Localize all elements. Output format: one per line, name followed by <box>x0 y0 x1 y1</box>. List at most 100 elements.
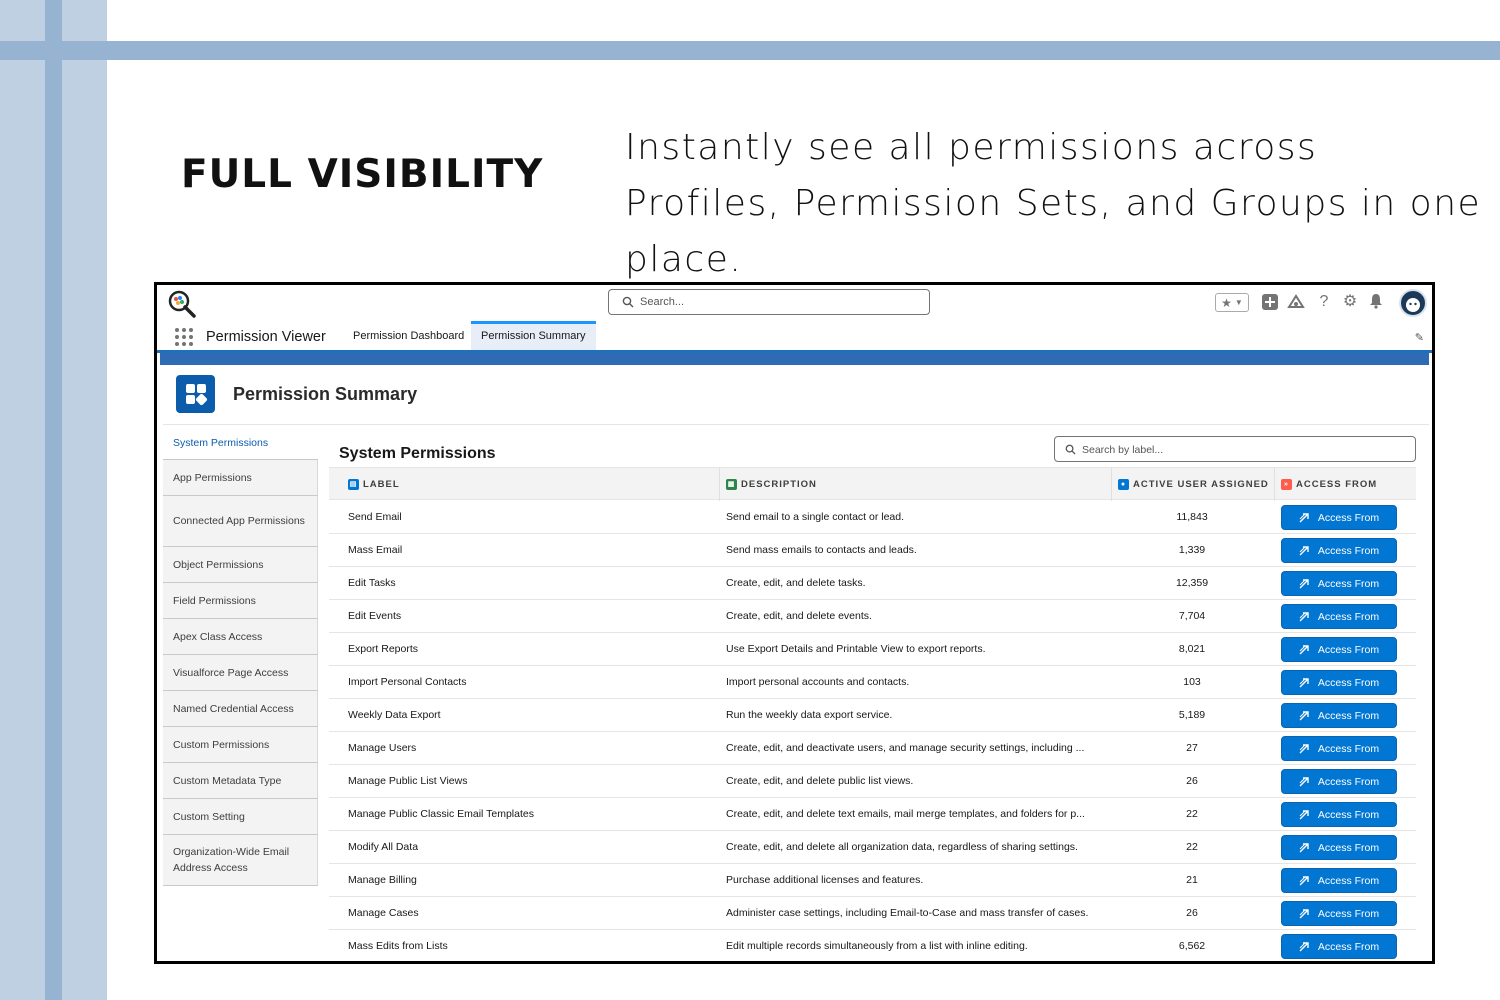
access-from-arrow-icon <box>1299 645 1309 655</box>
permission-label: Export Reports <box>348 643 419 655</box>
column-header-label[interactable]: ▤ LABEL <box>342 468 400 501</box>
description-column-icon: ▦ <box>726 479 737 490</box>
access-from-button[interactable]: Access From <box>1281 505 1397 530</box>
active-user-count: 11,843 <box>1176 511 1208 523</box>
decorative-horizontal-band <box>0 41 1500 60</box>
table-row: Weekly Data Export Run the weekly data ex… <box>329 699 1416 732</box>
access-from-button[interactable]: Access From <box>1281 802 1397 827</box>
sidebar-item-system-permissions[interactable]: System Permissions <box>163 426 318 460</box>
sidebar-item-field-permissions[interactable]: Field Permissions <box>163 583 318 619</box>
permission-label: Manage Billing <box>348 874 417 886</box>
page-header: Permission Summary <box>163 365 1429 425</box>
table-header: ▤ LABEL ▦ DESCRIPTION ● ACTIVE USER ASSI… <box>329 467 1416 501</box>
permission-description: Create, edit, and delete text emails, ma… <box>726 808 1085 820</box>
table-row: Manage Billing Purchase additional licens… <box>329 864 1416 897</box>
access-from-arrow-icon <box>1299 744 1309 754</box>
sidebar-item-object-permissions[interactable]: Object Permissions <box>163 547 318 583</box>
active-user-count: 26 <box>1186 775 1198 787</box>
table-row: Manage Users Create, edit, and deactivate… <box>329 732 1416 765</box>
tab-permission-summary[interactable]: Permission Summary <box>471 321 596 350</box>
search-by-label-placeholder: Search by label... <box>1082 444 1164 456</box>
app-name: Permission Viewer <box>206 329 326 345</box>
permission-description: Create, edit, and delete events. <box>726 610 872 622</box>
active-user-count: 22 <box>1186 808 1198 820</box>
section-title: System Permissions <box>339 445 496 462</box>
permission-label: Mass Edits from Lists <box>348 940 448 952</box>
app-launcher-icon[interactable] <box>175 328 193 346</box>
access-from-button-label: Access From <box>1317 577 1380 590</box>
access-from-button-label: Access From <box>1317 841 1380 854</box>
sidebar-item-visualforce-page-access[interactable]: Visualforce Page Access <box>163 655 318 691</box>
column-header-access-from[interactable]: » ACCESS FROM <box>1274 468 1377 501</box>
permission-description: Create, edit, and delete public list vie… <box>726 775 914 787</box>
search-by-label-input[interactable]: Search by label... <box>1054 436 1416 462</box>
permission-label: Edit Tasks <box>348 577 396 589</box>
table-row: Manage Cases Administer case settings, in… <box>329 897 1416 930</box>
label-column-icon: ▤ <box>348 479 359 490</box>
sidebar-item-apex-class-access[interactable]: Apex Class Access <box>163 619 318 655</box>
permission-label: Import Personal Contacts <box>348 676 467 688</box>
edit-nav-pencil-icon[interactable]: ✎ <box>1415 331 1424 344</box>
global-search-input[interactable]: Search... <box>608 289 930 315</box>
permission-label: Manage Cases <box>348 907 419 919</box>
access-from-button-label: Access From <box>1317 940 1380 953</box>
access-from-button-label: Access From <box>1317 610 1380 623</box>
access-from-button[interactable]: Access From <box>1281 769 1397 794</box>
access-from-arrow-icon <box>1299 513 1309 523</box>
sidebar-item-custom-metadata-type[interactable]: Custom Metadata Type <box>163 763 318 799</box>
active-user-count: 21 <box>1186 874 1198 886</box>
access-from-button[interactable]: Access From <box>1281 736 1397 761</box>
app-logo-magnifier-icon <box>168 290 196 318</box>
sidebar-item-named-credential-access[interactable]: Named Credential Access <box>163 691 318 727</box>
access-from-button[interactable]: Access From <box>1281 670 1397 695</box>
table-row: Import Personal Contacts Import personal … <box>329 666 1416 699</box>
column-header-description[interactable]: ▦ DESCRIPTION <box>719 468 817 501</box>
sidebar-item-org-wide-email-access[interactable]: Organization-Wide Email Address Access <box>163 835 318 886</box>
favorites-button[interactable]: ★ ▼ <box>1215 293 1249 312</box>
access-from-arrow-icon <box>1299 612 1309 622</box>
access-from-button[interactable]: Access From <box>1281 901 1397 926</box>
app-navigation-bar: Permission Viewer Permission Dashboard P… <box>157 321 1432 353</box>
active-user-count: 12,359 <box>1175 577 1209 589</box>
column-header-label-text: LABEL <box>363 479 400 490</box>
marketing-tagline: Instantly see all permissions across Pro… <box>625 127 1482 280</box>
access-from-arrow-icon <box>1299 711 1309 721</box>
trailhead-icon[interactable] <box>1287 293 1305 311</box>
permission-description: Run the weekly data export service. <box>726 709 893 721</box>
notifications-bell-icon[interactable] <box>1367 293 1385 311</box>
permission-description: Use Export Details and Printable View to… <box>726 643 986 655</box>
access-from-arrow-icon <box>1299 909 1309 919</box>
sidebar-item-custom-permissions[interactable]: Custom Permissions <box>163 727 318 763</box>
access-from-button[interactable]: Access From <box>1281 604 1397 629</box>
access-from-button[interactable]: Access From <box>1281 835 1397 860</box>
access-from-arrow-icon <box>1299 777 1309 787</box>
chevron-down-icon: ▼ <box>1234 298 1243 307</box>
table-row: Modify All Data Create, edit, and delete … <box>329 831 1416 864</box>
sidebar-item-connected-app-permissions[interactable]: Connected App Permissions <box>163 496 318 547</box>
active-user-count: 1,339 <box>1178 544 1206 556</box>
access-from-arrow-icon <box>1299 942 1309 952</box>
permission-description: Edit multiple records simultaneously fro… <box>726 940 1028 952</box>
add-icon[interactable] <box>1261 293 1279 311</box>
access-from-arrow-icon <box>1299 810 1309 820</box>
access-from-button[interactable]: Access From <box>1281 934 1397 959</box>
access-from-button[interactable]: Access From <box>1281 538 1397 563</box>
tab-permission-dashboard[interactable]: Permission Dashboard <box>343 321 474 350</box>
setup-gear-icon[interactable]: ⚙ <box>1341 293 1359 311</box>
access-from-button-label: Access From <box>1317 742 1380 755</box>
app-screenshot-frame: Search... ★ ▼ ? ⚙ Permission Viewer Perm… <box>154 282 1435 964</box>
access-from-button[interactable]: Access From <box>1281 571 1397 596</box>
access-from-button[interactable]: Access From <box>1281 868 1397 893</box>
column-header-active-users[interactable]: ● ACTIVE USER ASSIGNED <box>1111 468 1269 501</box>
table-row: Manage Public List Views Create, edit, an… <box>329 765 1416 798</box>
access-from-arrow-icon <box>1299 546 1309 556</box>
access-from-button-label: Access From <box>1317 511 1380 524</box>
sidebar-item-app-permissions[interactable]: App Permissions <box>163 460 318 496</box>
sidebar-item-custom-setting[interactable]: Custom Setting <box>163 799 318 835</box>
help-icon[interactable]: ? <box>1315 293 1333 311</box>
user-avatar[interactable] <box>1399 289 1427 317</box>
access-from-button-label: Access From <box>1317 643 1380 656</box>
access-from-button[interactable]: Access From <box>1281 637 1397 662</box>
access-from-button[interactable]: Access From <box>1281 703 1397 728</box>
permission-description: Create, edit, and deactivate users, and … <box>726 742 1085 754</box>
